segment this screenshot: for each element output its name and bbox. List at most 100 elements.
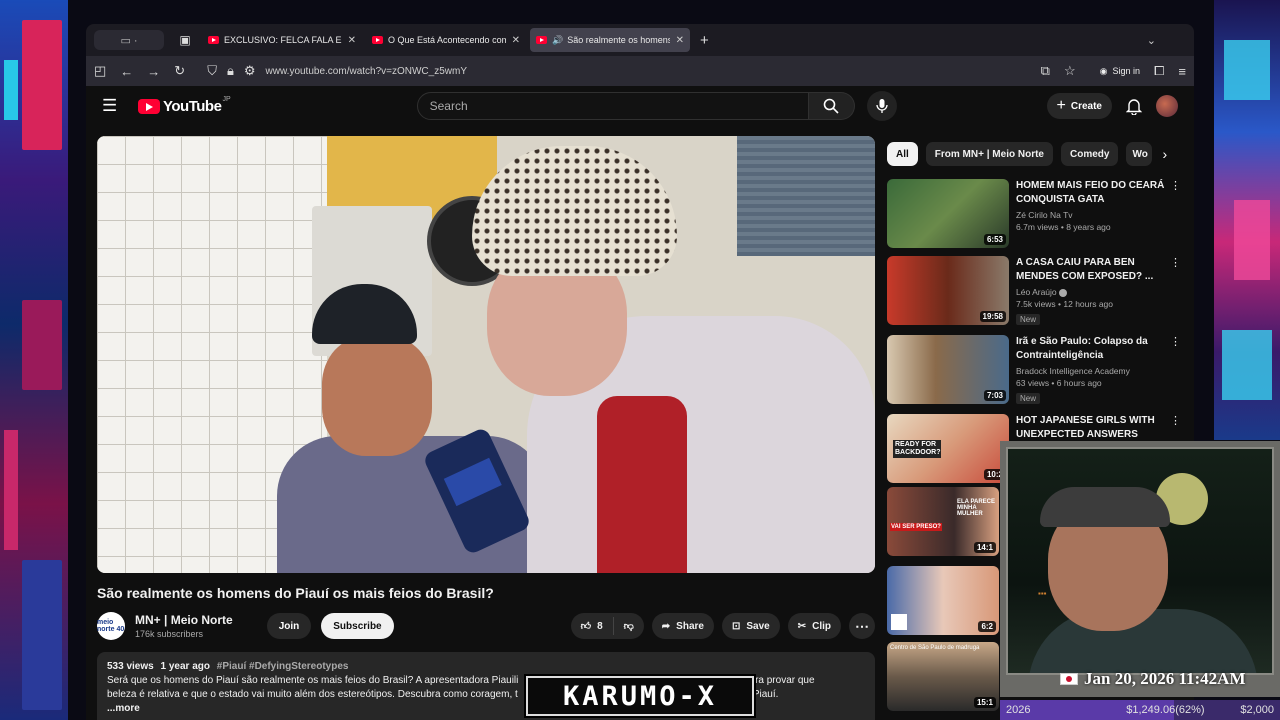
like-button[interactable]: 👍︎ 8 xyxy=(571,617,614,635)
tab-list-chevron-icon[interactable]: ⌄ xyxy=(1147,34,1156,47)
recommendation-item[interactable]: Centro de São Paulo de madruga 15:1 xyxy=(887,642,999,714)
chip-partial[interactable]: Wo xyxy=(1126,142,1153,166)
new-tab-button[interactable]: + xyxy=(700,32,709,49)
share-arrow-icon: ➦ xyxy=(661,620,671,632)
recommendation-item[interactable]: 6:2 xyxy=(887,566,999,638)
microphone-icon xyxy=(875,99,888,113)
account-avatar[interactable] xyxy=(1156,95,1178,117)
video-thumbnail[interactable]: 19:58 xyxy=(887,256,1009,325)
qr-code-icon xyxy=(891,614,907,630)
dislike-button[interactable]: 👎︎ xyxy=(614,620,644,632)
create-button[interactable]: + Create xyxy=(1046,93,1112,119)
search-icon xyxy=(823,98,839,114)
recommendation-info: A CASA CAIU PARA BEN MENDES COM EXPOSED?… xyxy=(1016,256,1166,328)
join-button[interactable]: Join xyxy=(266,613,312,639)
video-thumbnail[interactable]: VAI SER PRESO? ELA PARECE MINHA MULHER 1… xyxy=(887,487,999,556)
recommendation-item[interactable]: 6:53 HOMEM MAIS FEIO DO CEARÁ CONQUISTA … xyxy=(887,179,1187,251)
screen: ▭ · ▣ EXCLUSIVO: FELCA FALA EM AI ✕ O Qu… xyxy=(0,0,1280,720)
chip-comedy[interactable]: Comedy xyxy=(1060,142,1119,166)
recommendation-title[interactable]: Irã e São Paulo: Colapso da Contrainteli… xyxy=(1016,335,1166,363)
video-thumbnail[interactable]: 7:03 xyxy=(887,335,1009,404)
lock-icon[interactable]: 🔒︎ xyxy=(227,63,234,79)
picture-in-picture-icon[interactable]: ⧉ xyxy=(1041,63,1050,79)
toolbar-right: ⧉ ☆ xyxy=(1041,63,1076,79)
recommendation-title[interactable]: HOT JAPANESE GIRLS WITH UNEXPECTED ANSWE… xyxy=(1016,414,1166,442)
close-icon[interactable]: ✕ xyxy=(676,35,684,46)
video-player[interactable] xyxy=(97,136,875,573)
chip-all[interactable]: All xyxy=(887,142,918,166)
bookmark-star-icon[interactable]: ☆ xyxy=(1064,63,1076,79)
recommendation-channel[interactable]: Zé Cirilo Na Tv xyxy=(1016,210,1166,220)
clip-button[interactable]: ✂ Clip xyxy=(787,613,841,639)
channel-avatar[interactable]: meio norte 40 xyxy=(97,612,125,640)
hamburger-menu-icon[interactable]: ☰ xyxy=(102,96,126,116)
tab-label: O Que Está Acontecendo com a xyxy=(388,35,506,45)
webcam-feed: ▪▪▪ xyxy=(1006,447,1274,675)
subscribe-button[interactable]: Subscribe xyxy=(321,613,394,639)
masthead-right: + Create xyxy=(1046,93,1178,119)
chevron-right-icon[interactable]: › xyxy=(1162,146,1167,162)
tab-0[interactable]: EXCLUSIVO: FELCA FALA EM AI ✕ xyxy=(202,28,362,52)
more-vertical-icon[interactable]: ⋮ xyxy=(1170,179,1181,251)
more-actions-button[interactable]: ⋯ xyxy=(849,613,875,639)
duration-badge: 6:53 xyxy=(983,234,1006,245)
tab-label: EXCLUSIVO: FELCA FALA EM AI xyxy=(224,35,342,45)
address-bar[interactable]: ⛉ 🔒︎ ⚙︎ www.youtube.com/watch?v=zONWC_z5… xyxy=(199,59,1026,83)
video-thumbnail[interactable]: 6:53 xyxy=(887,179,1009,248)
search-box xyxy=(416,92,809,120)
share-button[interactable]: ➦ Share xyxy=(651,613,714,639)
background-art-right xyxy=(1214,0,1280,440)
video-thumbnail[interactable]: 6:2 xyxy=(887,566,999,635)
close-icon[interactable]: ✕ xyxy=(348,35,356,46)
youtube-logo[interactable]: YouTube JP xyxy=(138,96,231,115)
goal-amount: $1,249.06(62%) xyxy=(1126,704,1205,716)
youtube-favicon-icon xyxy=(208,36,219,44)
permissions-icon[interactable]: ⚙︎ xyxy=(244,63,256,79)
recommendation-item[interactable]: 7:03 Irã e São Paulo: Colapso da Contrai… xyxy=(887,335,1187,407)
back-arrow-icon[interactable]: ← xyxy=(120,64,133,79)
recommendation-channel[interactable]: Léo Araújo xyxy=(1016,287,1166,297)
sidebar-toggle-button[interactable]: ▭ · xyxy=(94,30,164,50)
forward-arrow-icon[interactable]: → xyxy=(147,64,160,79)
reload-icon[interactable]: ↻ xyxy=(174,63,185,79)
speaker-icon[interactable]: 🔊 xyxy=(552,35,563,46)
notifications-bell-icon[interactable] xyxy=(1126,98,1142,115)
save-button[interactable]: ⊡ Save xyxy=(721,613,780,639)
hashtags[interactable]: #Piauí #DefyingStereotypes xyxy=(217,661,349,672)
sign-in-label: Sign in xyxy=(1112,66,1140,76)
search-button[interactable] xyxy=(808,92,855,120)
more-vertical-icon[interactable]: ⋮ xyxy=(1170,335,1181,407)
recommendation-item[interactable]: 19:58 A CASA CAIU PARA BEN MENDES COM EX… xyxy=(887,256,1187,328)
tab-1[interactable]: O Que Está Acontecendo com a ✕ xyxy=(366,28,526,52)
url-text[interactable]: www.youtube.com/watch?v=zONWC_z5wmY xyxy=(266,66,467,77)
duration-badge: 19:58 xyxy=(979,311,1006,322)
sign-in-button[interactable]: ◉ Sign in xyxy=(1100,66,1140,77)
voice-search-button[interactable] xyxy=(866,91,897,121)
new-badge: New xyxy=(1016,314,1041,325)
tab-2[interactable]: 🔊 São realmente os homens d ✕ xyxy=(530,28,690,52)
close-icon[interactable]: ✕ xyxy=(512,35,520,46)
chip-from-channel[interactable]: From MN+ | Meio Norte xyxy=(925,142,1053,166)
search-input[interactable] xyxy=(429,99,808,113)
shield-icon[interactable]: ⛉ xyxy=(207,63,217,79)
description-box[interactable]: 533 views 1 year ago #Piauí #DefyingSter… xyxy=(97,652,875,720)
background-art-left xyxy=(0,0,68,720)
recommendation-item[interactable]: VAI SER PRESO? ELA PARECE MINHA MULHER 1… xyxy=(887,487,999,559)
bookmark-icon: ⊡ xyxy=(731,620,741,632)
video-thumbnail[interactable]: Centro de São Paulo de madruga 15:1 xyxy=(887,642,999,711)
video-thumbnail[interactable]: READY FOR BACKDOOR? 10:2 xyxy=(887,414,1009,483)
channel-name[interactable]: MN+ | Meio Norte xyxy=(135,613,233,627)
duration-badge: 14:1 xyxy=(973,542,996,553)
thumbnail-text: VAI SER PRESO? xyxy=(890,523,942,531)
sidebar-icon[interactable]: ◰ xyxy=(94,63,106,79)
menu-icon[interactable]: ≡ xyxy=(1178,64,1186,79)
extensions-icon[interactable]: ⧠ xyxy=(1154,63,1164,79)
tab-groups-icon[interactable]: ▣ xyxy=(172,33,198,47)
recommendation-title[interactable]: A CASA CAIU PARA BEN MENDES COM EXPOSED?… xyxy=(1016,256,1166,284)
channel-info: MN+ | Meio Norte 176k subscribers xyxy=(135,613,233,639)
recommendation-channel[interactable]: Bradock Intelligence Academy xyxy=(1016,366,1166,376)
recommendation-title[interactable]: HOMEM MAIS FEIO DO CEARÁ CONQUISTA GATA xyxy=(1016,179,1166,207)
more-vertical-icon[interactable]: ⋮ xyxy=(1170,256,1181,328)
navigation-bar: ◰ ← → ↻ ⛉ 🔒︎ ⚙︎ www.youtube.com/watch?v=… xyxy=(86,56,1194,86)
logo-text: YouTube xyxy=(163,97,222,115)
